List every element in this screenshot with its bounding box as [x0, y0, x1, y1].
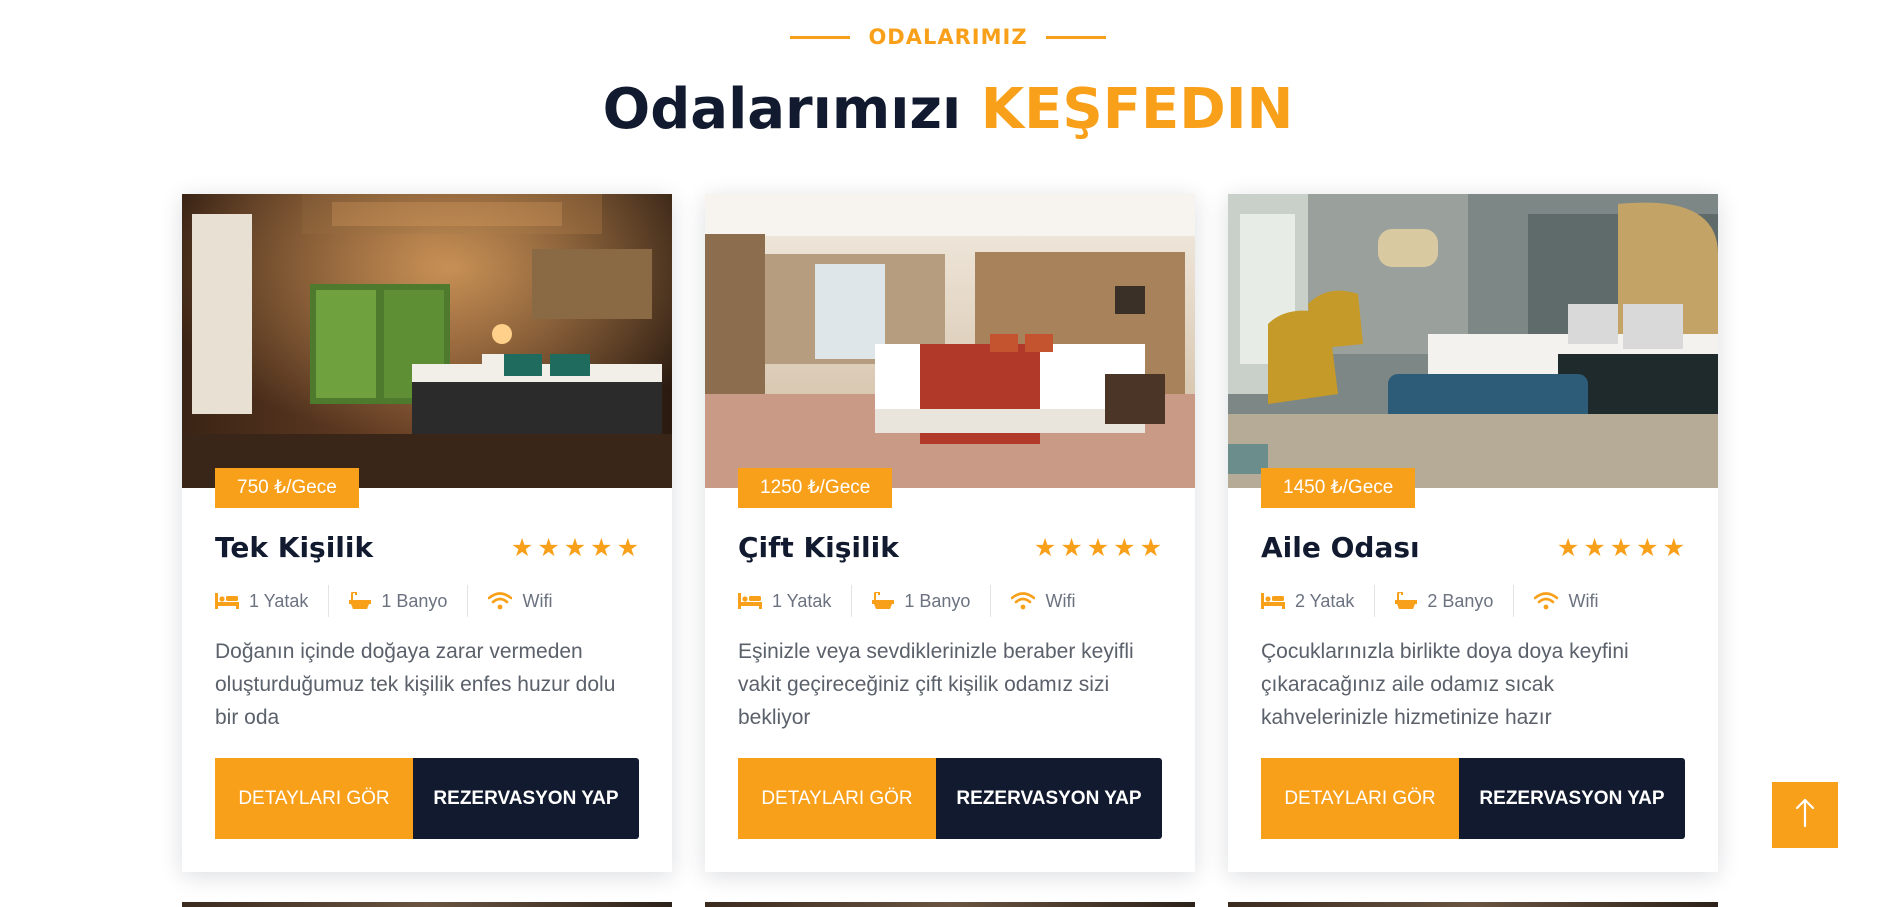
star-icon: ★: [510, 534, 534, 562]
bed-icon: [1261, 593, 1285, 609]
star-icon: ★: [1556, 534, 1580, 562]
eyebrow-line-left: [790, 35, 851, 39]
price-badge: 1450 ₺/Gece: [1261, 468, 1416, 508]
star-icon: ★: [1113, 534, 1136, 562]
eyebrow-line-right: [1045, 35, 1106, 39]
reserve-button[interactable]: REZERVASYON YAP: [1459, 758, 1685, 839]
feature-wifi-label: Wifi: [1045, 590, 1076, 611]
feature-baths-label: 2 Banyo: [1427, 590, 1494, 611]
feature-baths: 1 Banyo: [851, 585, 970, 617]
room-features: 1 Yatak 1 Banyo Wifi: [738, 584, 1075, 618]
room-photo[interactable]: [705, 194, 1195, 488]
wifi-icon: [488, 592, 513, 610]
star-icon: ★: [1636, 534, 1659, 562]
room-photo[interactable]: [182, 194, 672, 488]
rating-stars: ★ ★ ★ ★ ★: [511, 534, 639, 562]
details-button[interactable]: DETAYLARI GÖR: [215, 758, 413, 839]
next-card-peek: [1228, 902, 1718, 907]
details-button[interactable]: DETAYLARI GÖR: [738, 758, 936, 839]
room-name[interactable]: Çift Kişilik: [738, 530, 899, 566]
bath-icon: [349, 592, 372, 610]
back-to-top-button[interactable]: [1772, 782, 1838, 848]
star-icon: ★: [1583, 534, 1606, 562]
star-icon: ★: [1139, 534, 1162, 562]
feature-wifi: Wifi: [990, 585, 1075, 617]
rating-stars: ★ ★ ★ ★ ★: [1557, 534, 1685, 562]
room-card-double: 1250 ₺/Gece Çift Kişilik ★ ★ ★ ★ ★ 1 Yat…: [705, 194, 1195, 872]
feature-beds: 1 Yatak: [738, 591, 831, 612]
feature-baths-label: 1 Banyo: [904, 590, 971, 611]
section-eyebrow: ODALARIMIZ: [0, 18, 1896, 56]
bath-icon: [872, 592, 895, 610]
room-features: 2 Yatak 2 Banyo Wifi: [1261, 584, 1598, 618]
room-card-family: 1450 ₺/Gece Aile Odası ★ ★ ★ ★ ★ 2 Yatak…: [1228, 194, 1718, 872]
room-features: 1 Yatak 1 Banyo Wifi: [215, 584, 552, 618]
next-card-peek: [705, 902, 1195, 907]
feature-wifi: Wifi: [467, 585, 552, 617]
feature-baths-label: 1 Banyo: [381, 590, 448, 611]
star-icon: ★: [563, 534, 587, 562]
feature-beds-label: 2 Yatak: [1295, 590, 1355, 611]
room-photo[interactable]: [1228, 194, 1718, 488]
room-card-single: 750 ₺/Gece Tek Kişilik ★ ★ ★ ★ ★ 1 Yatak…: [182, 194, 672, 872]
room-description: Eşinizle veya sevdiklerinizle beraber ke…: [738, 640, 1134, 729]
star-icon: ★: [1662, 534, 1685, 562]
star-icon: ★: [1060, 534, 1083, 562]
section-title-main: Odalarımızı: [602, 77, 962, 142]
room-description: Doğanın içinde doğaya zarar vermeden olu…: [215, 640, 616, 729]
bed-icon: [738, 593, 762, 609]
room-description: Çocuklarınızla birlikte doya doya keyfin…: [1261, 640, 1629, 729]
wifi-icon: [1534, 592, 1559, 610]
rating-stars: ★ ★ ★ ★ ★: [1034, 534, 1162, 562]
eyebrow-label: ODALARIMIZ: [868, 25, 1028, 49]
reserve-button[interactable]: REZERVASYON YAP: [936, 758, 1162, 839]
section-title: Odalarımızı KEŞFEDIN: [0, 78, 1896, 142]
wifi-icon: [1011, 592, 1036, 610]
star-icon: ★: [1033, 534, 1057, 562]
section-title-accent: KEŞFEDIN: [980, 77, 1294, 142]
room-name[interactable]: Aile Odası: [1261, 530, 1420, 566]
details-button[interactable]: DETAYLARI GÖR: [1261, 758, 1459, 839]
bed-icon: [215, 593, 239, 609]
star-icon: ★: [1086, 534, 1110, 562]
feature-baths: 1 Banyo: [328, 585, 447, 617]
arrow-up-icon: [1795, 798, 1815, 833]
bath-icon: [1395, 592, 1418, 610]
feature-beds-label: 1 Yatak: [772, 590, 832, 611]
feature-beds-label: 1 Yatak: [249, 590, 309, 611]
star-icon: ★: [590, 534, 613, 562]
feature-wifi: Wifi: [1513, 585, 1598, 617]
section-header: ODALARIMIZ Odalarımızı KEŞFEDIN: [0, 18, 1896, 142]
feature-beds: 2 Yatak: [1261, 591, 1354, 612]
star-icon: ★: [1609, 534, 1633, 562]
star-icon: ★: [616, 534, 639, 562]
reserve-button[interactable]: REZERVASYON YAP: [413, 758, 639, 839]
feature-wifi-label: Wifi: [522, 590, 553, 611]
room-name[interactable]: Tek Kişilik: [215, 530, 373, 566]
price-badge: 1250 ₺/Gece: [738, 468, 893, 508]
star-icon: ★: [537, 534, 560, 562]
feature-beds: 1 Yatak: [215, 591, 308, 612]
next-card-peek: [182, 902, 672, 907]
price-badge: 750 ₺/Gece: [215, 468, 359, 508]
feature-wifi-label: Wifi: [1568, 590, 1599, 611]
feature-baths: 2 Banyo: [1374, 585, 1493, 617]
